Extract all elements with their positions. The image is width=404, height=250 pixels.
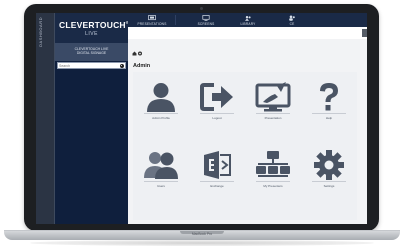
monitor-icon	[202, 15, 210, 21]
presentation-icon	[148, 15, 156, 21]
top-nav: PRESENTATIONS SCREENS LIBRARY CE	[128, 13, 367, 27]
users-icon	[289, 15, 295, 21]
tab-ce[interactable]: CE	[270, 13, 314, 27]
help-icon[interactable]	[138, 51, 142, 56]
tile-help[interactable]: Help	[303, 82, 355, 120]
tab-screens[interactable]: SCREENS	[184, 13, 228, 27]
tile-logout[interactable]: Logout	[191, 82, 243, 120]
question-icon	[320, 83, 338, 111]
tab-library-label: LIBRARY	[240, 21, 256, 26]
tab-ce-label: CE	[289, 21, 295, 26]
screen: DASHBOARD CLEVERTOUCH® LIVE CLEVERTOUCH …	[36, 13, 367, 224]
camera	[200, 7, 203, 10]
admin-panel: Admin Profile Logout Presentation Help U…	[133, 72, 357, 220]
tile-my-presenters[interactable]: My Presenters	[247, 150, 299, 188]
tab-library[interactable]: LIBRARY	[226, 13, 270, 27]
brand-subtitle: LIVE	[85, 31, 98, 37]
tile-admin-profile-label: Admin Profile	[152, 115, 170, 120]
tile-underline	[256, 181, 290, 182]
device-model-label: MacBook Pro	[191, 232, 213, 236]
tile-presentation[interactable]: Presentation	[247, 82, 299, 120]
exchange-icon	[204, 151, 231, 179]
tile-logout-label: Logout	[212, 115, 222, 120]
tile-underline	[312, 113, 346, 114]
tab-presentations-label: PRESENTATIONS	[137, 21, 167, 26]
search-box	[57, 62, 126, 69]
tile-presentation-label: Presentation	[264, 115, 282, 120]
dashboard-strip[interactable]: DASHBOARD	[36, 13, 55, 224]
tile-underline	[256, 113, 290, 114]
tile-underline	[144, 181, 178, 182]
tile-users[interactable]: Users	[135, 150, 187, 188]
tab-presentations[interactable]: PRESENTATIONS	[130, 13, 174, 27]
brand-logo[interactable]: CLEVERTOUCH® LIVE	[55, 13, 129, 43]
library-icon	[245, 16, 251, 21]
toolbar	[128, 27, 367, 39]
tile-admin-profile[interactable]: Admin Profile	[135, 82, 187, 120]
tile-exchange-label: Exchange	[210, 183, 224, 188]
paint-monitor-icon	[255, 82, 291, 112]
tile-underline	[200, 113, 234, 114]
tile-underline	[312, 181, 346, 182]
sidebar-header-line2: DIGITAL SIGNAGE	[76, 51, 107, 56]
nav-divider	[175, 15, 176, 25]
sidebar: CLEVERTOUCH® LIVE CLEVERTOUCH LIVE DIGIT…	[55, 13, 129, 224]
gear-icon	[314, 150, 344, 180]
tab-screens-label: SCREENS	[197, 21, 215, 26]
network-icon	[256, 151, 290, 177]
laptop-shadow	[30, 240, 374, 246]
tile-underline	[144, 113, 178, 114]
tile-settings-label: Settings	[323, 183, 335, 188]
home-icon[interactable]	[132, 51, 137, 56]
sidebar-header: CLEVERTOUCH LIVE DIGITAL SIGNAGE	[55, 43, 128, 61]
search-icon[interactable]	[120, 63, 124, 68]
brand-title: CLEVERTOUCH®	[59, 20, 129, 30]
tile-settings[interactable]: Settings	[303, 150, 355, 188]
users-group-icon	[144, 152, 178, 179]
side-tab-handle[interactable]	[362, 29, 367, 37]
tile-underline	[200, 181, 234, 182]
tile-exchange[interactable]: Exchange	[191, 150, 243, 188]
main-content: Admin Admin Profile Logout Presentation	[128, 39, 367, 224]
tile-my-presenters-label: My Presenters	[263, 183, 283, 188]
tile-users-label: Users	[157, 183, 165, 188]
page-title: Admin	[133, 63, 151, 69]
breadcrumb-icons	[132, 51, 142, 56]
user-icon	[147, 83, 175, 112]
dashboard-strip-label: DASHBOARD	[38, 17, 43, 47]
search-input[interactable]	[59, 63, 117, 68]
breadcrumb	[132, 43, 146, 61]
tile-help-label: Help	[325, 115, 333, 120]
logout-icon	[200, 83, 233, 111]
